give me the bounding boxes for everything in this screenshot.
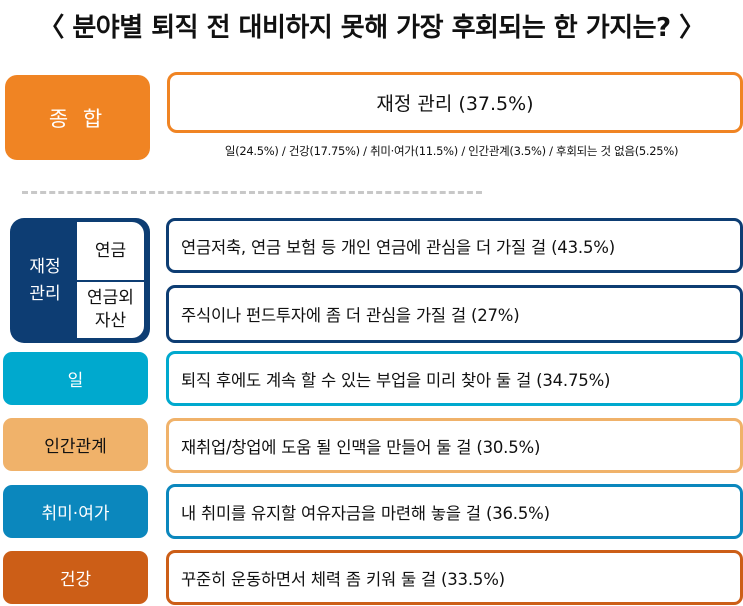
category-label-relationships: 인간관계 [3, 418, 148, 471]
finance-sub-other-assets: 연금외 자산 [77, 282, 144, 338]
finance-sub-pension-label: 연금 [94, 240, 127, 261]
section-divider [22, 191, 482, 194]
answer-box-relationships: 재취업/창업에 도움 될 인맥을 만들어 둘 걸 (30.5%) [166, 418, 743, 473]
finance-category-group: 재정 관리 연금 연금외 자산 [10, 218, 150, 343]
page-title: 〈 분야별 퇴직 전 대비하지 못해 가장 후회되는 한 가지는? 〉 [38, 13, 705, 43]
summary-result-text: 재정 관리 (37.5%) [376, 93, 534, 115]
answer-text: 퇴직 후에도 계속 할 수 있는 부업을 미리 찾아 둘 걸 (34.75%) [181, 370, 611, 390]
summary-result-box: 재정 관리 (37.5%) [167, 72, 743, 133]
answer-box-work: 퇴직 후에도 계속 할 수 있는 부업을 미리 찾아 둘 걸 (34.75%) [166, 351, 743, 406]
answer-text: 내 취미를 유지할 여유자금을 마련해 놓을 걸 (36.5%) [181, 503, 550, 523]
finance-sub-other-line2: 자산 [94, 311, 127, 331]
answer-text: 꾸준히 운동하면서 체력 좀 키워 둘 걸 (33.5%) [181, 569, 505, 589]
answer-text: 연금저축, 연금 보험 등 개인 연금에 관심을 더 가질 걸 (43.5%) [181, 237, 615, 257]
finance-label-line2: 관리 [29, 283, 61, 304]
category-label-hobby-leisure: 취미·여가 [3, 485, 148, 538]
answer-box-health: 꾸준히 운동하면서 체력 좀 키워 둘 걸 (33.5%) [166, 550, 743, 605]
finance-sub-pension: 연금 [77, 222, 144, 280]
summary-breakdown: 일(24.5%) / 건강(17.75%) / 취미·여가(11.5%) / 인… [224, 144, 679, 158]
finance-category-label: 재정 관리 [10, 218, 76, 343]
finance-label-line1: 재정 [29, 256, 61, 277]
answer-text: 재취업/창업에 도움 될 인맥을 만들어 둘 걸 (30.5%) [181, 437, 541, 457]
finance-sub-other-line1: 연금외 [87, 288, 134, 308]
category-label-work: 일 [3, 352, 148, 405]
answer-box-other-assets: 주식이나 펀드투자에 좀 더 관심을 가질 걸 (27%) [166, 285, 743, 343]
answer-text: 주식이나 펀드투자에 좀 더 관심을 가질 걸 (27%) [181, 306, 520, 325]
answer-box-hobby-leisure: 내 취미를 유지할 여유자금을 마련해 놓을 걸 (36.5%) [166, 484, 743, 539]
summary-label: 종 합 [5, 75, 150, 160]
category-label-health: 건강 [3, 551, 148, 604]
answer-box-pension: 연금저축, 연금 보험 등 개인 연금에 관심을 더 가질 걸 (43.5%) [166, 218, 743, 273]
